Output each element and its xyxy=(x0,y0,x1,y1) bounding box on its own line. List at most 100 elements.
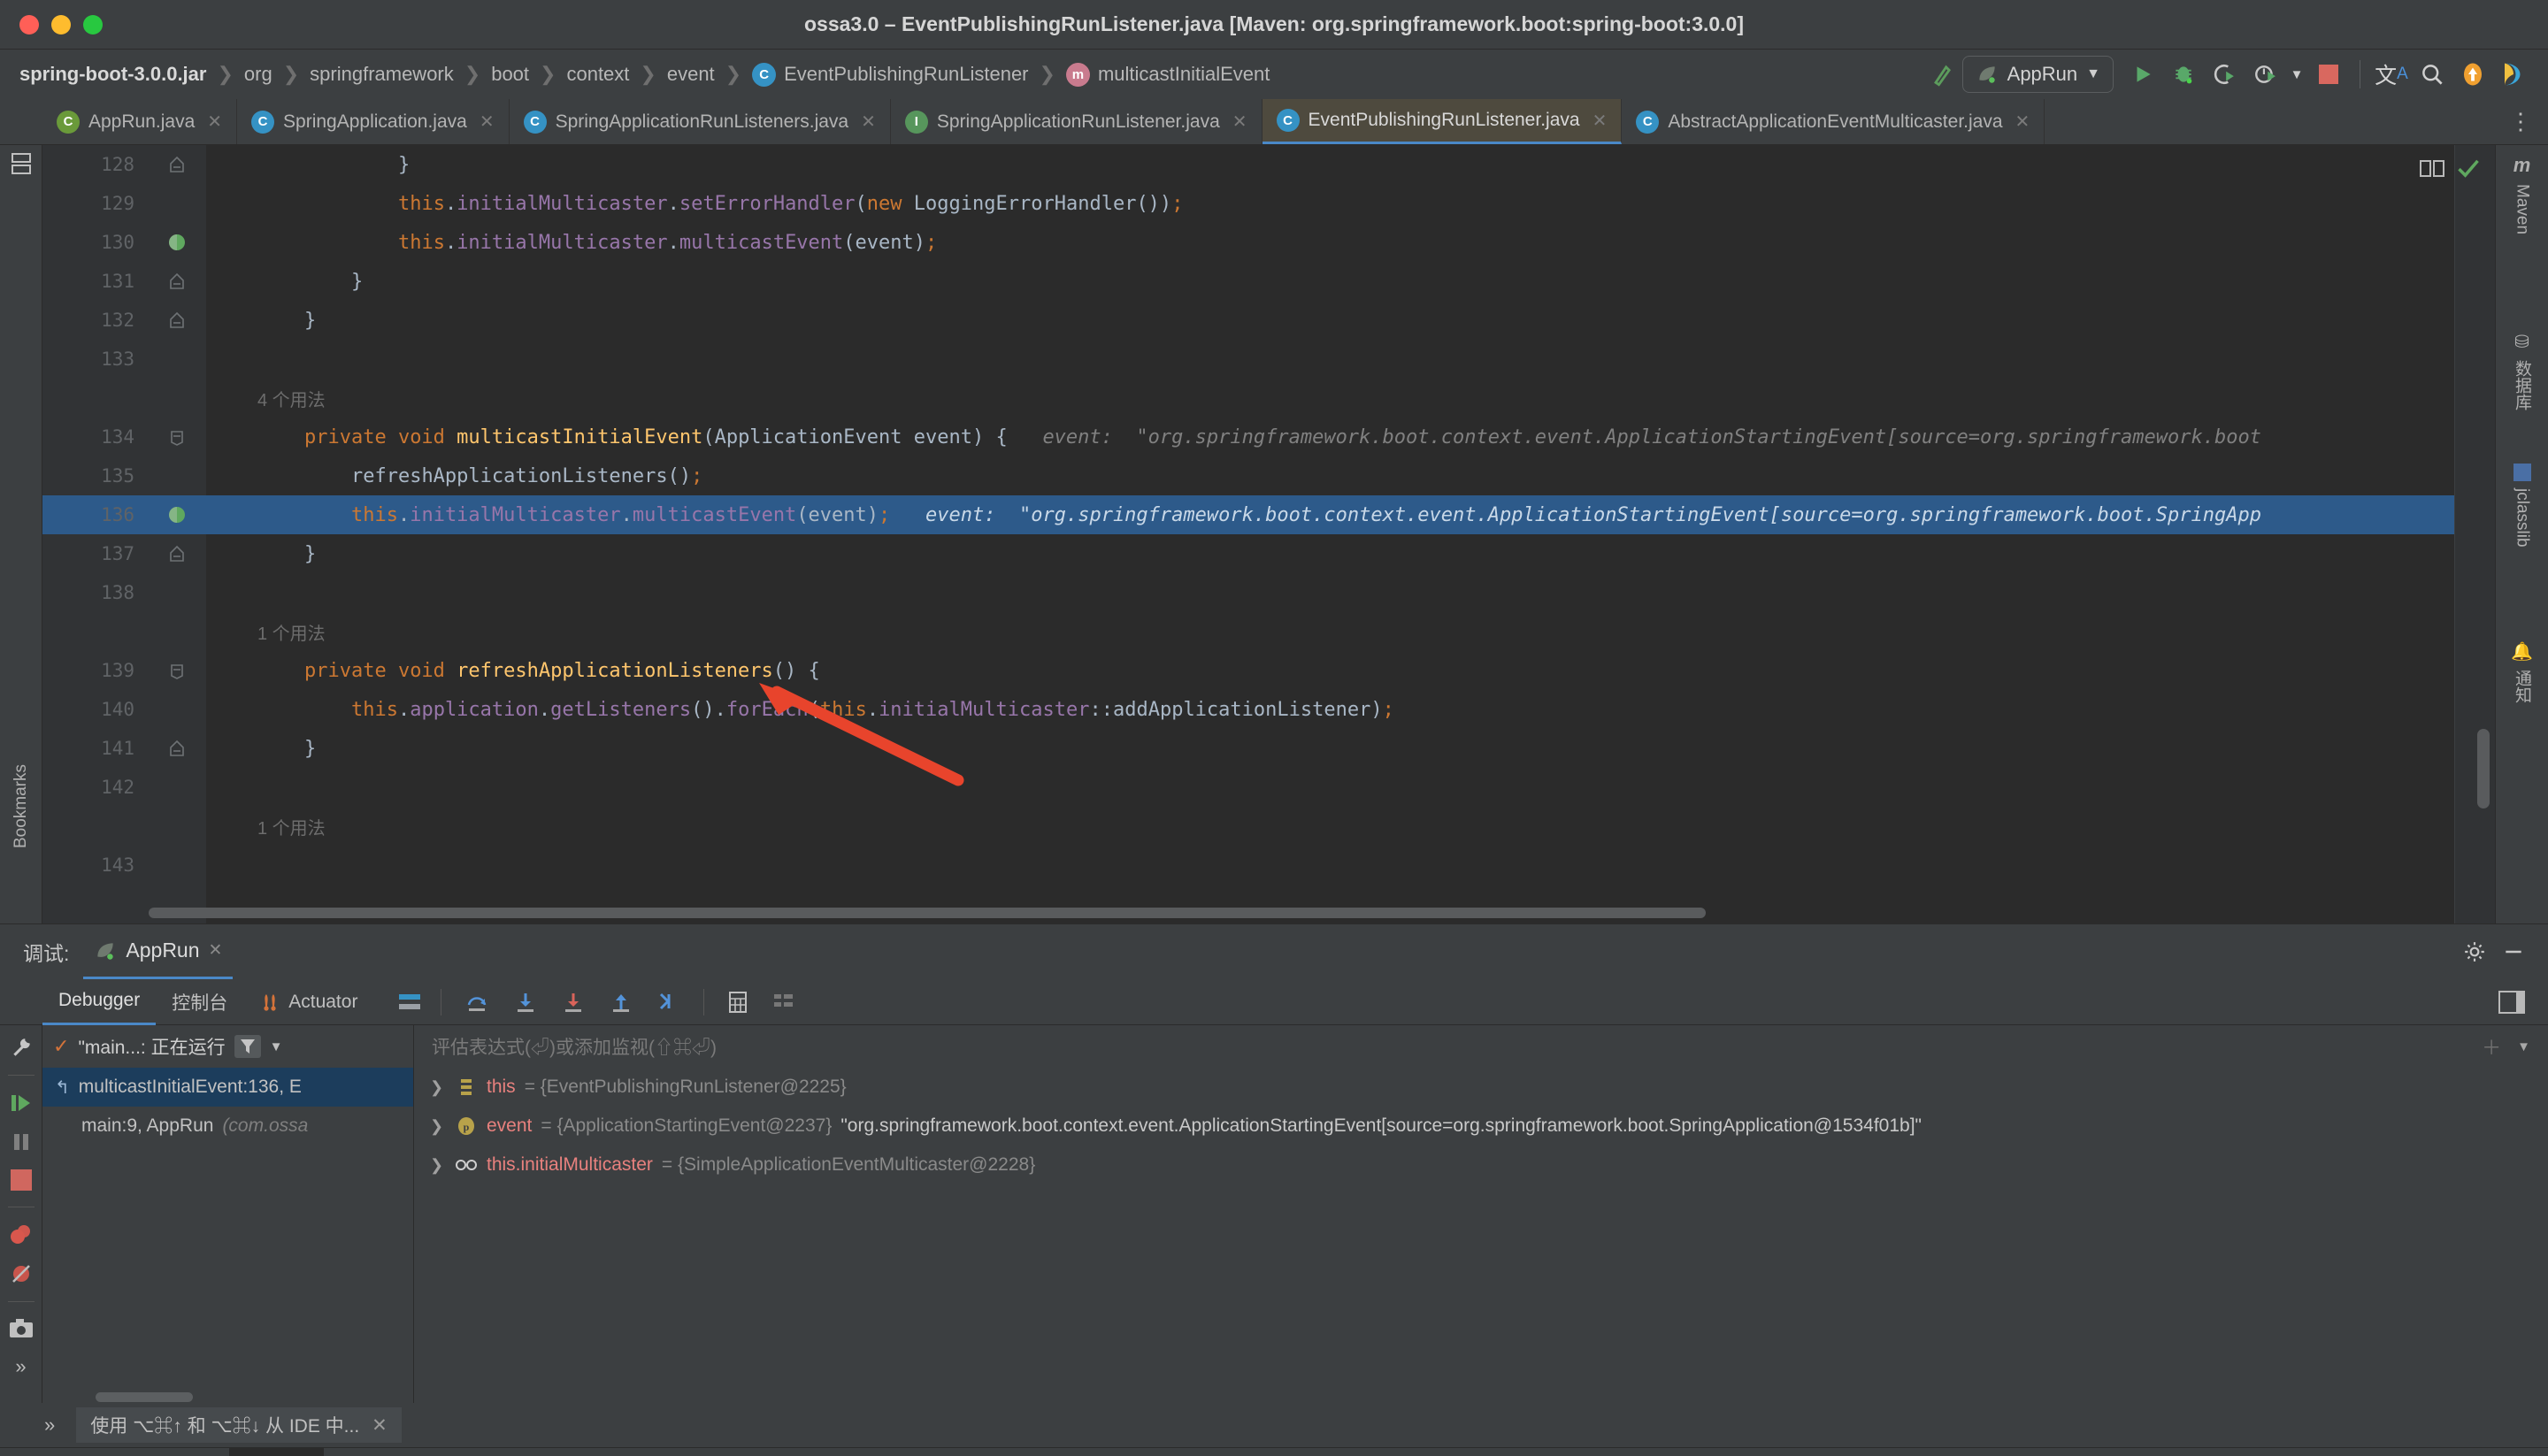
breadcrumb-item-jar[interactable]: spring-boot-3.0.0.jar xyxy=(19,63,206,86)
fold-marker-icon[interactable] xyxy=(147,739,206,757)
stop-icon[interactable] xyxy=(2308,54,2349,95)
restore-layout-icon[interactable] xyxy=(2498,990,2548,1014)
breadcrumb-item-class[interactable]: C EventPublishingRunListener xyxy=(752,62,1029,87)
code-usage-hint[interactable]: 1 个用法 xyxy=(42,807,2495,846)
editor-horizontal-scrollbar[interactable] xyxy=(149,908,1706,918)
update-icon[interactable] xyxy=(2452,54,2493,95)
stop-icon[interactable] xyxy=(10,1169,32,1191)
pause-icon[interactable] xyxy=(10,1130,33,1153)
code-line[interactable]: 129 this.initialMulticaster.setErrorHand… xyxy=(42,184,2495,223)
mute-breakpoints-icon[interactable] xyxy=(10,1262,33,1285)
chevron-down-icon[interactable]: ▼ xyxy=(2285,54,2308,95)
code-line[interactable]: 135 refreshApplicationListeners(); xyxy=(42,456,2495,495)
close-tab-icon[interactable]: ✕ xyxy=(480,111,495,133)
reader-mode-icon[interactable] xyxy=(2419,157,2445,179)
step-over-icon[interactable] xyxy=(452,991,502,1014)
bottom-tool-debug[interactable]: 调试 xyxy=(228,1447,324,1456)
camera-icon[interactable] xyxy=(9,1318,34,1339)
code-line[interactable]: 128 } xyxy=(42,145,2495,184)
hammer-icon[interactable] xyxy=(1922,54,1962,95)
close-tab-icon[interactable]: ✕ xyxy=(1592,110,1608,132)
sidebar-item-project[interactable] xyxy=(11,152,32,179)
stack-frame-row[interactable]: ↰ multicastInitialEvent:136, E xyxy=(42,1068,413,1107)
bottom-tool-problems[interactable]: 问题 xyxy=(883,1448,978,1456)
minimize-icon[interactable] xyxy=(2502,940,2525,963)
usage-count-label[interactable]: 1 个用法 xyxy=(257,819,326,839)
editor-tab-springapplication[interactable]: C SpringApplication.java ✕ xyxy=(237,99,510,144)
editor-markup-bar[interactable] xyxy=(2454,145,2495,923)
code-line[interactable]: 142 xyxy=(42,768,2495,807)
filter-icon[interactable] xyxy=(234,1035,261,1058)
breadcrumb-item-context[interactable]: context xyxy=(566,63,629,86)
code-usage-hint[interactable]: 4 个用法 xyxy=(42,379,2495,418)
bottom-tool-todo[interactable]: TODO xyxy=(629,1448,740,1456)
editor-tab-springapplicationrunlistener[interactable]: I SpringApplicationRunListener.java ✕ xyxy=(890,99,1262,144)
code-line[interactable]: 141 } xyxy=(42,729,2495,768)
sidebar-item-jclasslib[interactable]: jclasslib xyxy=(2513,464,2532,548)
fold-marker-icon[interactable] xyxy=(147,545,206,563)
variable-row[interactable]: ❯ this = {EventPublishingRunListener@222… xyxy=(414,1068,2548,1107)
fold-marker-icon[interactable] xyxy=(147,428,206,446)
resume-icon[interactable] xyxy=(9,1092,34,1115)
code-line[interactable]: 137 } xyxy=(42,534,2495,573)
bottom-tool-build[interactable]: 构建 xyxy=(534,1448,629,1456)
debug-icon[interactable] xyxy=(2163,54,2204,95)
close-window-button[interactable] xyxy=(19,14,39,34)
gear-icon[interactable] xyxy=(2463,940,2486,963)
expand-chevron-icon[interactable]: ❯ xyxy=(430,1078,446,1097)
editor-tab-eventpublishingrunlistener[interactable]: C EventPublishingRunListener.java ✕ xyxy=(1262,99,1623,144)
bottom-tool-spring[interactable]: Spring xyxy=(978,1448,1089,1456)
fold-marker-icon[interactable] xyxy=(147,156,206,173)
tab-actuator[interactable]: Actuator xyxy=(243,979,373,1025)
chevron-down-icon[interactable]: ▼ xyxy=(270,1039,283,1054)
bottom-tool-terminal[interactable]: 终端 xyxy=(1089,1448,1184,1456)
fold-marker-icon[interactable] xyxy=(147,662,206,679)
code-line[interactable]: 131 } xyxy=(42,262,2495,301)
profiler-icon[interactable] xyxy=(2245,54,2285,95)
breadcrumb-item-method[interactable]: m multicastInitialEvent xyxy=(1065,62,1270,87)
fold-marker-icon[interactable] xyxy=(147,272,206,290)
code-line[interactable]: 130 this.initialMulticaster.multicastEve… xyxy=(42,223,2495,262)
run-with-coverage-icon[interactable] xyxy=(2204,54,2245,95)
search-icon[interactable] xyxy=(2412,54,2452,95)
inspections-ok-icon[interactable] xyxy=(2456,156,2481,180)
code-line[interactable]: 140 this.application.getListeners().forE… xyxy=(42,690,2495,729)
breadcrumb-item-org[interactable]: org xyxy=(244,63,272,86)
frames-horizontal-scrollbar[interactable] xyxy=(96,1391,193,1402)
bottom-tool-profiler[interactable]: Profiler xyxy=(418,1448,535,1456)
bottom-tool-version-control[interactable]: Version Control xyxy=(44,1448,229,1456)
close-tab-icon[interactable]: ✕ xyxy=(207,111,222,133)
bottom-tool-dependencies[interactable]: 依赖项 xyxy=(1278,1448,1392,1456)
code-lines[interactable]: 128 } 129 this.initialMulticaster.setErro… xyxy=(42,145,2495,923)
ai-assistant-icon[interactable] xyxy=(2493,54,2534,95)
breadcrumb-item-boot[interactable]: boot xyxy=(491,63,529,86)
thread-selector-row[interactable]: ✓ "main...: 正在运行 ▼ xyxy=(42,1025,413,1068)
run-configuration-selector[interactable]: AppRun ▼ xyxy=(1961,56,2114,93)
usage-count-label[interactable]: 1 个用法 xyxy=(257,625,326,644)
minimize-window-button[interactable] xyxy=(51,14,71,34)
zoom-window-button[interactable] xyxy=(83,14,103,34)
close-icon[interactable]: ✕ xyxy=(372,1414,388,1437)
code-usage-hint[interactable]: 1 个用法 xyxy=(42,612,2495,651)
add-watch-icon[interactable]: ＋ xyxy=(2482,1032,2501,1061)
editor-vertical-scrollbar[interactable] xyxy=(2477,729,2490,808)
breadcrumb-item-springframework[interactable]: springframework xyxy=(310,63,454,86)
debug-session-tab[interactable]: AppRun ✕ xyxy=(83,924,234,979)
code-line[interactable]: 136 this.initialMulticaster.multicastEve… xyxy=(42,495,2495,534)
code-line[interactable]: 133 xyxy=(42,340,2495,379)
more-icon[interactable]: » xyxy=(15,1355,26,1378)
code-line[interactable]: 138 xyxy=(42,573,2495,612)
translate-icon[interactable]: 文A xyxy=(2371,54,2412,95)
step-into-icon[interactable] xyxy=(502,991,549,1014)
bottom-tool-services[interactable]: 服务 xyxy=(1184,1448,1278,1456)
code-line[interactable]: 132 } xyxy=(42,301,2495,340)
more-tabs-icon[interactable]: ⋮ xyxy=(2509,110,2532,133)
sidebar-item-maven[interactable]: m Maven xyxy=(2513,154,2532,234)
editor-tab-springapplicationrunlisteners[interactable]: C SpringApplicationRunListeners.java ✕ xyxy=(509,99,891,144)
editor-tab-apprun[interactable]: C AppRun.java ✕ xyxy=(42,99,238,144)
sidebar-item-bookmarks[interactable]: Bookmarks xyxy=(12,764,31,848)
code-line[interactable]: 134 private void multicastInitialEvent(A… xyxy=(42,418,2495,456)
sidebar-item-notifications[interactable]: 🔔 通知 xyxy=(2510,640,2534,703)
chevron-down-icon[interactable]: ▼ xyxy=(2517,1039,2530,1054)
debug-tip[interactable]: 使用 ⌥⌘↑ 和 ⌥⌘↓ 从 IDE 中... ✕ xyxy=(76,1407,402,1443)
